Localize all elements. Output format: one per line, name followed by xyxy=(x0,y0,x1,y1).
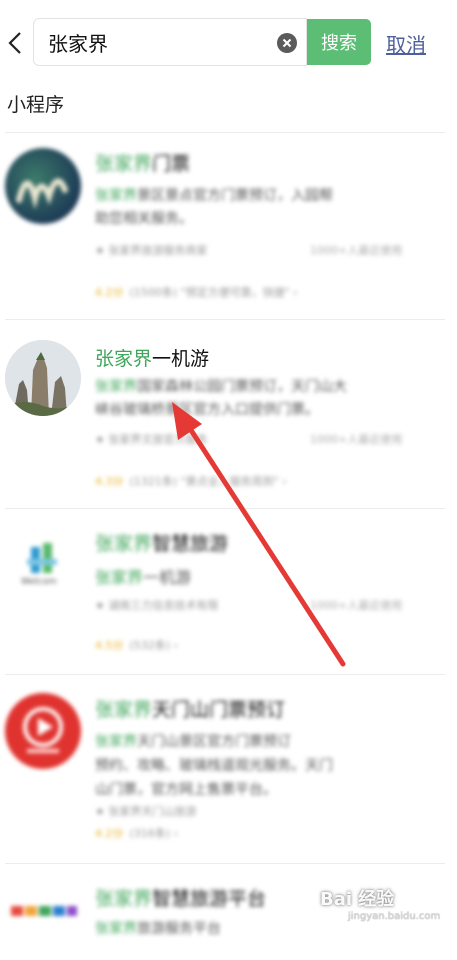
result-description-line2: 预约、攻略、玻璃栈道观光服务。天门 xyxy=(95,758,333,774)
result-title: 张家界智慧旅游 xyxy=(95,533,229,555)
play-logo-icon xyxy=(23,707,63,753)
baidu-jingyan-watermark: Bai 经验 jingyan.baidu.com xyxy=(320,889,441,922)
result-avatar: Welcom xyxy=(5,529,81,605)
result-avatar xyxy=(5,884,81,960)
result-provider: ★ 张家界旅游服务商家 xyxy=(95,244,208,257)
result-description: 张家界旅游服务平台 xyxy=(95,921,221,937)
result-description-line2: 助您相关服务。 xyxy=(95,211,193,227)
result-avatar xyxy=(5,340,81,416)
result-usage: 1000+人最近使用 xyxy=(310,244,403,257)
search-bar: 搜索 取消 xyxy=(0,0,457,86)
result-description: 张家界天门山景区官方门票预订 xyxy=(95,734,291,750)
result-description-line3: 山门票，官方网上售票平台。 xyxy=(95,782,277,798)
result-avatar xyxy=(5,148,81,224)
cancel-button[interactable]: 取消 xyxy=(386,29,426,58)
close-icon xyxy=(282,38,292,48)
result-provider: ★ 张家界文旅官方服务 xyxy=(95,433,208,446)
result-description: 张家界景区景点官方门票预订，入园帮 xyxy=(95,188,333,204)
mountain-photo-icon xyxy=(5,340,81,416)
result-avatar xyxy=(5,693,81,769)
clear-search-button[interactable] xyxy=(277,33,297,53)
section-title-mini-programs: 小程序 xyxy=(7,94,65,116)
result-rating: 4.3分 (1321条) "景点全，服务周到" › xyxy=(95,475,287,488)
app-logo-icon xyxy=(27,543,57,573)
result-rating: 4.2分 (316条) › xyxy=(95,827,178,840)
result-rating: 4.5分 (532条) › xyxy=(95,639,178,652)
result-usage: 1000+人最近使用 xyxy=(310,599,403,612)
result-title: 张家界一机游 xyxy=(95,348,210,370)
result-description: 张家界国家森林公园门票预订，天门山大 xyxy=(95,379,347,395)
back-button[interactable] xyxy=(4,28,26,58)
result-description-line2: 峡谷玻璃桥景区官方入口提供门票。 xyxy=(95,402,319,418)
search-input[interactable] xyxy=(48,27,268,57)
result-card[interactable]: Welcom 张家界智慧旅游 张家界一机游 ★ 湖南三力信息技术有限 1000+… xyxy=(0,509,457,674)
result-title: 张家界门票 xyxy=(95,153,191,175)
result-description: 张家界一机游 xyxy=(95,568,192,587)
result-card[interactable]: 张家界天门山门票预订 张家界天门山景区官方门票预订 预约、攻略、玻璃栈道观光服务… xyxy=(0,675,457,863)
result-usage: 1000+人最近使用 xyxy=(310,433,403,446)
result-card[interactable]: 张家界门票 张家界景区景点官方门票预订，入园帮 助您相关服务。 ★ 张家界旅游服… xyxy=(0,133,457,319)
result-rating: 4.2分 (1500条) "预定方便可靠，快捷" › xyxy=(95,286,298,299)
result-card-zhangjiajie-yijiyou[interactable]: 张家界一机游 张家界国家森林公园门票预订，天门山大 峡谷玻璃桥景区官方入口提供门… xyxy=(0,320,457,508)
chevron-left-icon xyxy=(8,32,21,54)
result-title: 张家界天门山门票预订 xyxy=(95,699,286,721)
result-title: 张家界智慧旅游平台 xyxy=(95,888,267,910)
result-provider: ★ 湖南三力信息技术有限 xyxy=(95,599,219,612)
app-logo-icon xyxy=(16,178,68,210)
search-button[interactable]: 搜索 xyxy=(307,19,371,65)
search-field xyxy=(33,18,307,66)
result-provider: ★ 张家界天门山旅游 xyxy=(95,805,197,818)
app-logo-icon xyxy=(11,906,77,916)
logo-text: Welcom xyxy=(21,577,57,587)
